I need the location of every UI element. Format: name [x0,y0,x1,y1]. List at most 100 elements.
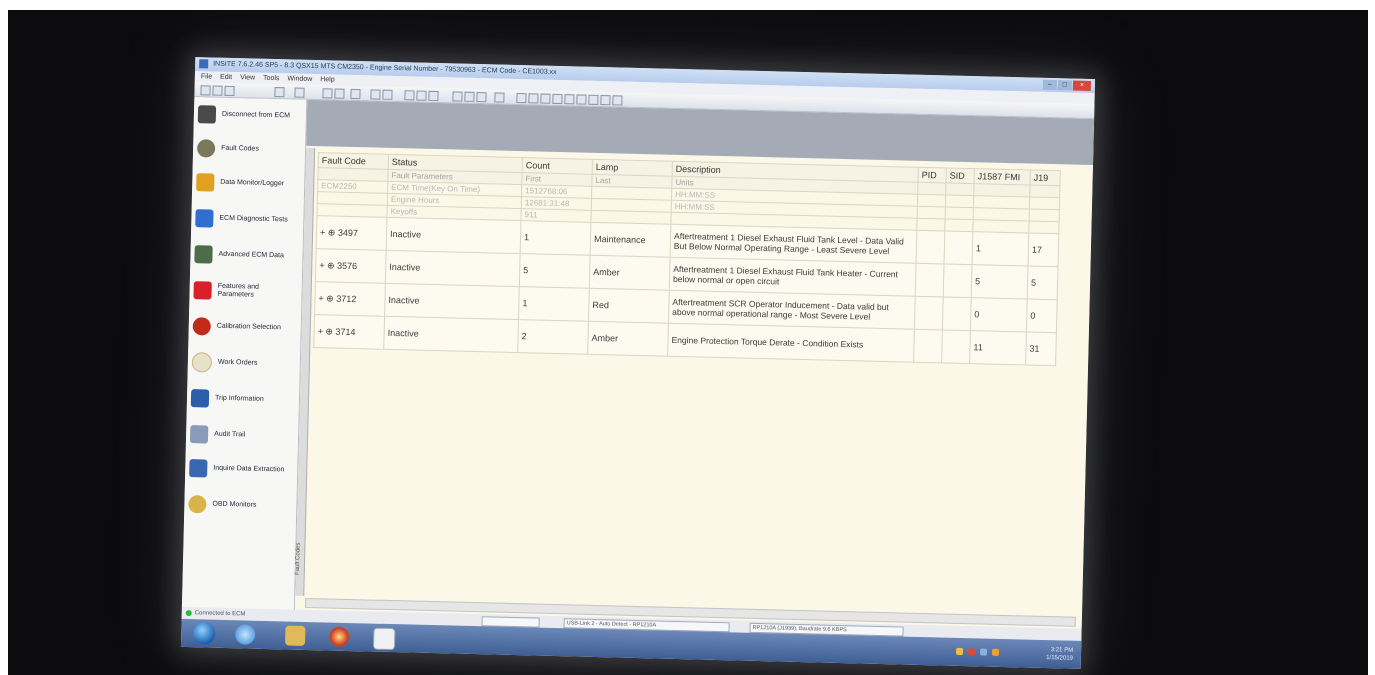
work-orders-icon [191,352,213,373]
toolbar-undo-icon[interactable] [404,90,415,101]
toolbar-back-icon[interactable] [200,85,211,96]
column-header-j19[interactable]: J19 [1029,170,1061,186]
sidebar-item-data-extraction[interactable]: Inquire Data Extraction [189,455,296,484]
toolbar-help-icon[interactable] [494,92,505,103]
toolbar-filter-icon[interactable] [476,91,487,103]
fault-j19: 31 [1025,331,1057,366]
toolbar-last-icon[interactable] [552,93,563,105]
toolbar-copy-icon[interactable] [370,89,381,100]
toolbar-report-icon[interactable] [588,94,599,105]
sidebar-item-trip-info[interactable]: Trip Information [190,385,298,414]
fault-fmi: 1 [972,231,1029,266]
sidebar-item-label: Inquire Data Extraction [213,464,285,474]
fault-sid [943,263,973,298]
minimize-button[interactable]: – [1042,79,1058,91]
toolbar-next-icon[interactable] [540,93,551,104]
toolbar-connect-icon[interactable] [274,87,285,98]
toolbar-zoom-out-icon[interactable] [576,94,587,105]
sidebar-item-obd-monitors[interactable]: OBD Monitors [188,491,295,520]
column-header-pid[interactable]: PID [917,167,947,183]
sidebar-item-disconnect[interactable]: Disconnect from ECM [197,101,305,130]
sidebar-item-advanced-data[interactable]: Advanced ECM Data [194,241,301,270]
toolbar-zoom-in-icon[interactable] [564,94,575,105]
internet-explorer-icon[interactable] [235,624,256,645]
sidebar-item-audit-trail[interactable]: Audit Trail [189,421,297,450]
fault-pid [914,296,944,330]
toolbar-paste-icon[interactable] [382,89,393,100]
sidebar-item-label: Advanced ECM Data [218,250,284,260]
fault-sid [944,230,973,265]
toolbar-info-icon[interactable] [600,95,611,106]
column-header-sid[interactable]: SID [945,167,975,184]
column-header-j1587-fmi[interactable]: J1587 FMI [973,168,1031,186]
fault-j19: 17 [1027,233,1059,267]
fault-code: + ⊕ 3576 [315,248,387,284]
toolbar-question-icon[interactable] [612,95,623,106]
sidebar-item-label: Disconnect from ECM [221,110,291,120]
tray-network-icon[interactable] [955,647,964,656]
sidebar-item-diagnostic-tests[interactable]: ECM Diagnostic Tests [195,205,302,234]
fault-count: 1 [518,286,590,322]
menu-view[interactable]: View [240,74,255,81]
toolbar-find-icon[interactable] [350,88,361,100]
toolbar-table-icon[interactable] [464,91,475,102]
sidebar-item-work-orders[interactable]: Work Orders [191,349,299,378]
expand-icon[interactable]: + ⊕ [318,293,336,303]
expand-icon[interactable]: + ⊕ [318,326,336,336]
fault-pid [915,263,945,297]
expand-icon[interactable]: + ⊕ [320,227,338,237]
sidebar: Disconnect from ECM Fault Codes Data Mon… [181,97,308,610]
fault-code: + ⊕ 3497 [316,215,387,251]
fault-j19: 0 [1026,298,1058,333]
tray-alert-icon[interactable] [967,648,976,656]
column-header-count[interactable]: Count [522,157,593,175]
calibration-icon [192,317,211,336]
tray-volume-icon[interactable] [979,648,988,656]
file-explorer-icon[interactable] [284,625,306,646]
fault-fmi: 5 [971,264,1028,299]
menu-tools[interactable]: Tools [263,75,280,82]
chrome-icon[interactable] [328,626,350,648]
fault-code: + ⊕ 3712 [314,281,386,317]
column-header-fault-code[interactable]: Fault Code [318,152,389,170]
fault-code: + ⊕ 3714 [313,314,385,350]
sidebar-item-features[interactable]: Features and Parameters [193,277,300,306]
features-icon [193,281,212,300]
maximize-button[interactable]: □ [1057,80,1073,91]
sidebar-item-fault-codes[interactable]: Fault Codes [196,135,304,164]
toolbar-refresh-icon[interactable] [294,87,305,98]
vertical-tab-label: Fault Codes [294,542,302,576]
menu-help[interactable]: Help [320,76,335,83]
close-button[interactable]: × [1072,80,1092,91]
fault-lamp: Red [588,288,670,324]
fault-code-table: Fault Code Status Count Lamp Description… [313,152,1061,366]
tray-battery-icon[interactable] [991,648,1000,656]
toolbar-preview-icon[interactable] [334,88,345,99]
toolbar-save-icon[interactable] [416,90,427,101]
sidebar-item-label: Work Orders [217,358,258,367]
diagnostic-tests-icon [195,209,214,228]
fault-status: Inactive [386,217,521,254]
fault-pid [913,329,943,363]
menu-edit[interactable]: Edit [220,74,232,81]
toolbar-open-icon[interactable] [428,90,439,102]
expand-icon[interactable]: + ⊕ [319,260,337,270]
toolbar-chart-icon[interactable] [452,91,463,102]
fault-lamp: Amber [589,255,671,291]
toolbar-forward-icon[interactable] [212,85,223,96]
start-button-icon[interactable] [192,622,216,645]
toolbar-prev-icon[interactable] [528,93,539,104]
advanced-data-icon [194,245,213,264]
menu-file[interactable]: File [201,73,212,80]
taskbar-clock[interactable]: 3:21 PM 1/15/2019 [1046,646,1073,663]
menu-window[interactable]: Window [287,75,312,83]
toolbar-first-icon[interactable] [516,92,527,104]
sidebar-item-calibration[interactable]: Calibration Selection [192,313,299,342]
toolbar-print-icon[interactable] [322,88,333,99]
insite-taskbar-icon[interactable] [372,627,396,651]
sidebar-item-data-monitor[interactable]: Data Monitor/Logger [196,169,303,198]
fault-count: 1 [520,220,591,256]
photo-background: INSITE 7.6.2.46 SP5 - 8.3 QSX15 MTS CM23… [8,10,1368,675]
fault-j19: 5 [1027,265,1058,300]
toolbar-stop-icon[interactable] [224,85,235,97]
